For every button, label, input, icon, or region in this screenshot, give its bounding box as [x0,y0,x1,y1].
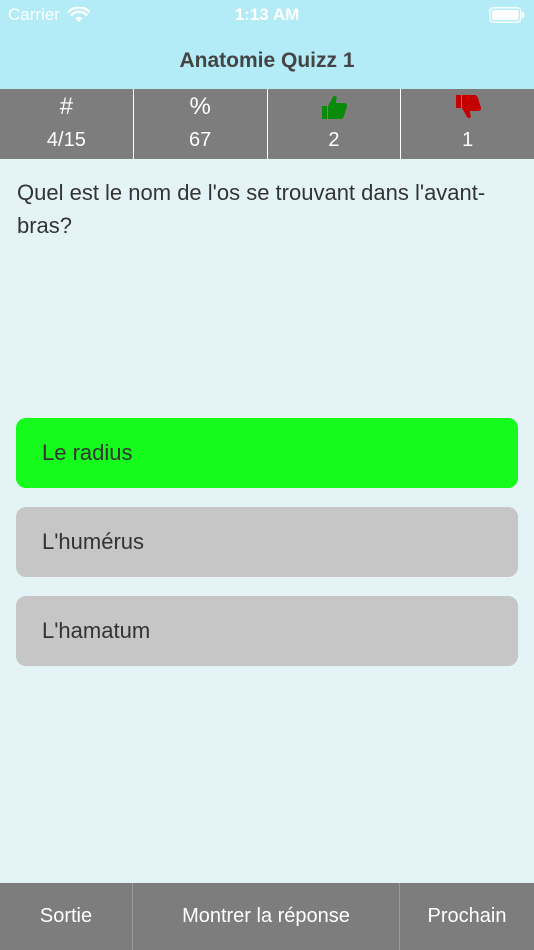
thumbs-up-icon [321,95,347,119]
answer-label: L'humérus [42,529,145,554]
stat-question-number: # 4/15 [0,89,134,159]
top-bar: Carrier 1:13 AM Anatomie Quizz 1 [0,0,534,89]
stat-percent-value: 67 [189,128,212,151]
bottom-toolbar: Sortie Montrer la réponse Prochain [0,883,534,950]
status-time: 1:13 AM [234,5,300,24]
answer-label: Le radius [42,440,133,465]
exit-button[interactable]: Sortie [0,883,133,950]
stat-number-header: # [59,93,74,120]
stat-percent: % 67 [134,89,268,159]
battery-icon [489,7,525,23]
thumbs-down-icon [455,95,481,119]
stat-wrong-value: 1 [462,128,474,151]
stat-number-value: 4/15 [46,128,86,151]
answer-option-2[interactable]: L'humérus [16,507,518,577]
question-text: Quel est le nom de l'os se trouvant dans… [17,180,486,238]
answer-label: L'hamatum [42,618,151,643]
show-answer-button[interactable]: Montrer la réponse [133,883,400,950]
answer-option-3[interactable]: L'hamatum [16,596,518,666]
stats-bar: # 4/15 % 67 2 1 [0,89,534,159]
next-button[interactable]: Prochain [400,883,534,950]
quiz-screen: Carrier 1:13 AM Anatomie Quizz 1 # 4/15 … [0,0,534,950]
page-title: Anatomie Quizz 1 [179,49,355,72]
stat-correct-value: 2 [328,128,340,151]
stat-percent-header: % [189,93,211,120]
stat-correct: 2 [268,89,402,159]
answer-option-1[interactable]: Le radius [16,418,518,488]
stat-wrong: 1 [401,89,534,159]
